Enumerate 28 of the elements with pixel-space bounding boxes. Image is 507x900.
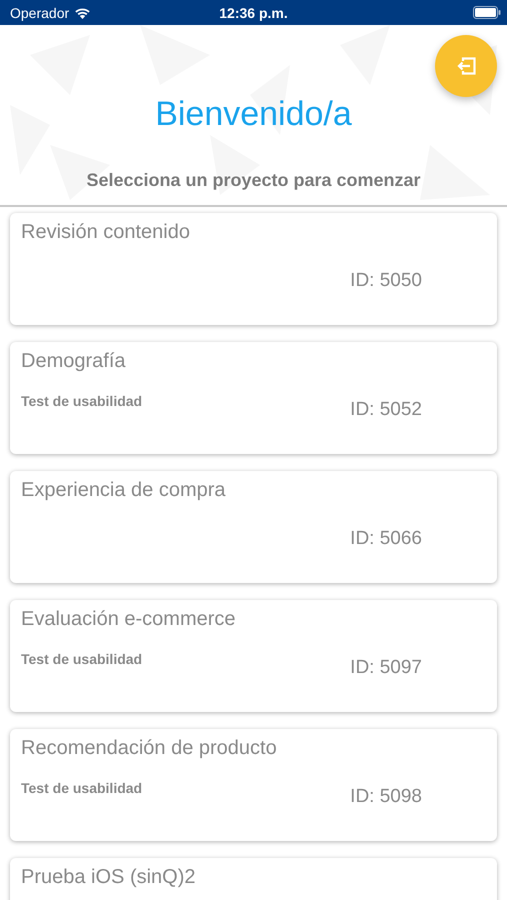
project-name: Evaluación e-commerce [21, 608, 237, 632]
project-id: ID: 5098 [350, 786, 422, 808]
project-id: ID: 5097 [350, 657, 422, 679]
exit-icon [456, 57, 476, 75]
project-card[interactable]: Revisión contenido ID: 5050 [10, 213, 497, 325]
welcome-title: Bienvenido/a [155, 95, 352, 134]
clock-time: 12:36 p.m. [219, 4, 288, 20]
logout-button[interactable] [435, 35, 497, 97]
project-name: Demografía [21, 350, 126, 374]
wifi-icon [74, 6, 92, 18]
project-id: ID: 5052 [350, 399, 422, 421]
carrier-name: Operador [10, 4, 70, 20]
project-name: Revisión contenido [21, 221, 191, 245]
project-type: Test de usabilidad [21, 393, 144, 409]
project-name: Recomendación de producto [21, 737, 278, 761]
project-card[interactable]: Experiencia de compra ID: 5066 [10, 471, 497, 583]
project-name: Experiencia de compra [21, 479, 227, 503]
project-card[interactable]: Demografía Test de usabilidad ID: 5052 [10, 342, 497, 454]
project-card[interactable]: Prueba iOS (sinQ)2 [10, 858, 497, 900]
project-type: Test de usabilidad [21, 780, 144, 796]
project-name: Prueba iOS (sinQ)2 [21, 866, 197, 890]
project-id: ID: 5066 [350, 528, 422, 550]
project-card[interactable]: Recomendación de producto Test de usabilidad ID: 5098 [10, 729, 497, 841]
project-card[interactable]: Evaluación e-commerce Test de usabilidad ID: 5097 [10, 600, 497, 712]
battery-icon [473, 6, 501, 19]
project-type: Test de usabilidad [21, 651, 144, 667]
project-id: ID: 5050 [350, 270, 422, 292]
instruction-text: Selecciona un proyecto para comenzar [86, 170, 421, 191]
